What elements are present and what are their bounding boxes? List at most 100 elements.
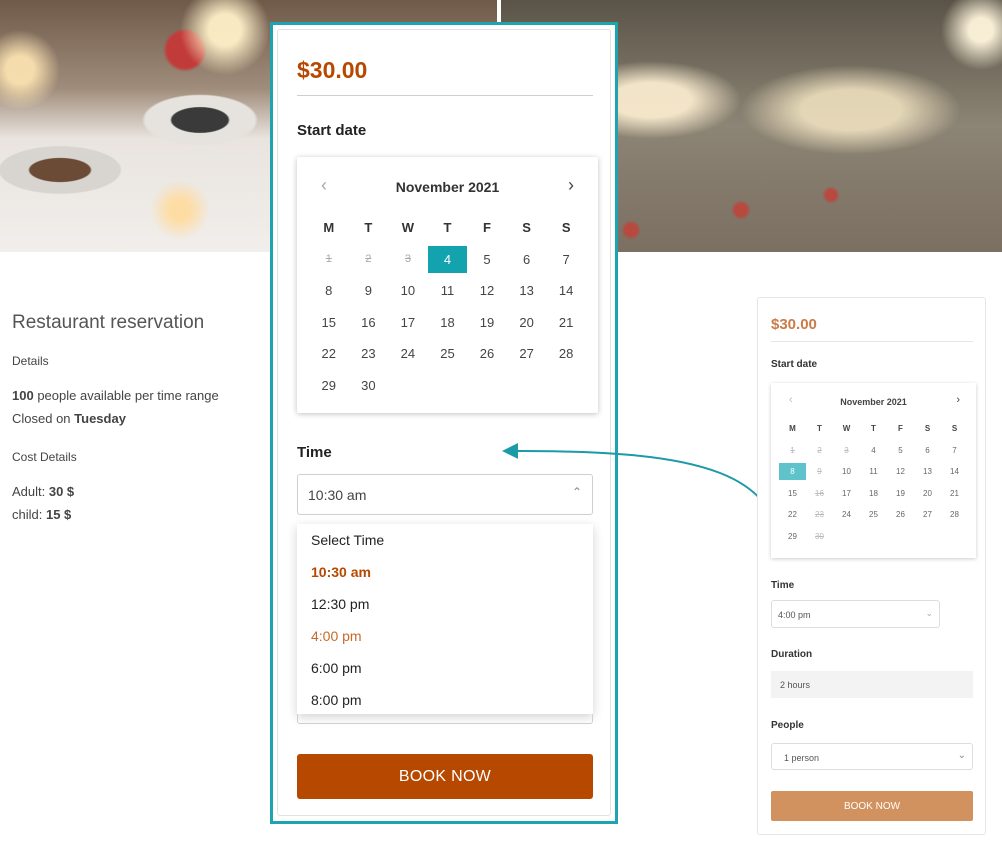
calendar-day-cell[interactable]: 6: [507, 246, 547, 273]
preview-calendar-day-cell[interactable]: 11: [860, 463, 887, 480]
preview-calendar-day-selected[interactable]: 8: [779, 463, 806, 481]
preview-calendar-day-cell[interactable]: 21: [941, 485, 968, 502]
preview-calendar-day-cell[interactable]: 19: [887, 485, 914, 502]
calendar-day-cell[interactable]: 15: [309, 309, 349, 336]
calendar-day-cell[interactable]: 29: [309, 372, 349, 399]
preview-calendar-day-cell[interactable]: 17: [833, 485, 860, 502]
preview-date-picker: ‹ November 2021 › M T W T F S S 1 2 3 4 5 6 7 8 9 10 11 12…: [771, 383, 976, 558]
preview-calendar-day-cell: 2: [817, 445, 822, 455]
calendar-day-cell[interactable]: 21: [546, 309, 586, 336]
preview-calendar-day-cell[interactable]: 10: [833, 463, 860, 480]
calendar-day-cell[interactable]: 22: [309, 340, 349, 367]
price-divider: [297, 95, 593, 96]
preview-calendar-day-cell[interactable]: 25: [860, 506, 887, 523]
calendar-day-cell[interactable]: 26: [467, 340, 507, 367]
date-picker: ‹ November 2021 › M T W T F S S 1 2 3 4 5 6 7 8 9 10 11 12…: [297, 157, 598, 413]
calendar-week-row: 29 30: [309, 370, 586, 402]
preview-calendar-day-cell[interactable]: 4: [860, 442, 887, 459]
preview-people-select[interactable]: 1 person ⌄: [771, 743, 973, 770]
preview-calendar-weekday-label: S: [951, 424, 958, 434]
time-option[interactable]: 6:00 pm: [297, 652, 593, 684]
preview-calendar-week-row: 1 2 3 4567: [779, 440, 968, 462]
preview-calendar-day-cell: 30: [815, 531, 824, 541]
time-option-placeholder[interactable]: Select Time: [297, 524, 593, 556]
calendar-day-cell[interactable]: 13: [507, 277, 547, 304]
preview-calendar-day-cell[interactable]: 15: [779, 485, 806, 502]
time-select[interactable]: 10:30 am ⌃: [297, 474, 593, 515]
preview-calendar-day-cell[interactable]: 22: [779, 506, 806, 523]
preview-calendar-day-cell[interactable]: 6: [914, 442, 941, 459]
calendar-day-cell[interactable]: 17: [388, 309, 428, 336]
calendar-day-cell[interactable]: 10: [388, 277, 428, 304]
preview-book-now-button[interactable]: BOOK NOW: [771, 791, 973, 821]
calendar-day-cell[interactable]: 18: [428, 309, 468, 336]
preview-calendar-day-cell[interactable]: 14: [941, 463, 968, 480]
time-option[interactable]: 12:30 pm: [297, 588, 593, 620]
calendar-day-cell[interactable]: 16: [349, 309, 389, 336]
preview-calendar-day-cell[interactable]: 5: [887, 442, 914, 459]
cost-heading: Cost Details: [12, 450, 77, 464]
calendar-day-cell[interactable]: 8: [309, 277, 349, 304]
preview-calendar-day-cell[interactable]: 18: [860, 485, 887, 502]
calendar-day-cell[interactable]: 14: [546, 277, 586, 304]
preview-people-label: People: [771, 720, 804, 731]
capacity-number: 100: [12, 388, 34, 403]
preview-calendar-day-cell[interactable]: 7: [941, 442, 968, 459]
preview-calendar-grid: M T W T F S S 1 2 3 4 5 6 7 8 9 10 11 12 13 14 15 16 17 18 19 20 21…: [779, 418, 968, 547]
calendar-weekday-label: T: [364, 220, 373, 236]
chevron-right-icon[interactable]: ›: [956, 394, 960, 406]
preview-calendar-day-cell[interactable]: 24: [833, 506, 860, 523]
preview-calendar-day-cell[interactable]: 20: [914, 485, 941, 502]
preview-duration-field: 2 hours: [771, 671, 973, 698]
calendar-week-row: 1 2 3 4567: [309, 244, 586, 276]
preview-calendar-week-row: 29 30: [779, 526, 968, 548]
time-label: Time: [297, 444, 332, 461]
page-title: Restaurant reservation: [12, 312, 205, 333]
preview-price-divider: [771, 341, 973, 342]
calendar-day-cell[interactable]: 9: [349, 277, 389, 304]
calendar-grid: M T W T F S S 1 2 3 4 5 6 7 8 9 10 11 12 13 14 15 16 17 18 19 20 21…: [309, 212, 586, 401]
calendar-day-cell[interactable]: 7: [546, 246, 586, 273]
book-now-button[interactable]: BOOK NOW: [297, 754, 593, 799]
preview-calendar-day-cell[interactable]: 29: [779, 528, 806, 545]
calendar-day-cell[interactable]: 12: [467, 277, 507, 304]
capacity-line: 100 people available per time range: [12, 384, 252, 407]
calendar-day-cell[interactable]: 11: [428, 277, 468, 304]
preview-calendar-day-cell[interactable]: 12: [887, 463, 914, 480]
calendar-day-cell[interactable]: 24: [388, 340, 428, 367]
hidden-field-edge: [297, 714, 593, 724]
child-value: 15 $: [45, 507, 72, 522]
capacity-text: people available per time range: [33, 388, 219, 403]
calendar-day-cell: 1: [325, 252, 332, 265]
time-option[interactable]: 10:30 am: [297, 556, 593, 588]
calendar-day-cell[interactable]: 30: [349, 372, 389, 399]
preview-booking-card: $30.00 Start date ‹ November 2021 › MTWT…: [757, 297, 986, 835]
time-option[interactable]: 8:00 pm: [297, 684, 593, 716]
calendar-day-cell[interactable]: 28: [546, 340, 586, 367]
time-option[interactable]: 4:00 pm: [297, 620, 593, 652]
preview-calendar-week-row: 22 23 24 25 26 27 28: [779, 504, 968, 526]
preview-calendar-day-cell[interactable]: 28: [941, 506, 968, 523]
preview-duration-label: Duration: [771, 649, 813, 660]
preview-calendar-day-cell[interactable]: 27: [914, 506, 941, 523]
calendar-day-cell[interactable]: 27: [507, 340, 547, 367]
child-cost: child: 15 $: [12, 503, 252, 526]
preview-calendar-day-cell: 23: [815, 510, 824, 520]
chevron-right-icon[interactable]: ›: [568, 175, 574, 196]
calendar-day-cell: 2: [365, 252, 372, 265]
calendar-weekday-label: T: [443, 220, 452, 236]
calendar-weekday-row: MTWTFSS: [309, 212, 586, 244]
calendar-day-cell[interactable]: 25: [428, 340, 468, 367]
calendar-day-cell[interactable]: 5: [467, 246, 507, 273]
closed-prefix: Closed on: [12, 411, 75, 426]
preview-time-select[interactable]: 4:00 pm ⌄: [771, 600, 940, 628]
calendar-day-cell[interactable]: 20: [507, 309, 547, 336]
chevron-down-icon: ⌄: [957, 750, 966, 761]
preview-calendar-day-cell[interactable]: 26: [887, 506, 914, 523]
calendar-day-cell[interactable]: 23: [349, 340, 389, 367]
calendar-day-selected[interactable]: 4: [427, 245, 468, 273]
preview-calendar-day-cell: 3: [844, 445, 849, 455]
preview-calendar-day-cell[interactable]: 13: [914, 463, 941, 480]
calendar-week-row: 22 23 24 25 26 27 28: [309, 338, 586, 370]
calendar-day-cell[interactable]: 19: [467, 309, 507, 336]
